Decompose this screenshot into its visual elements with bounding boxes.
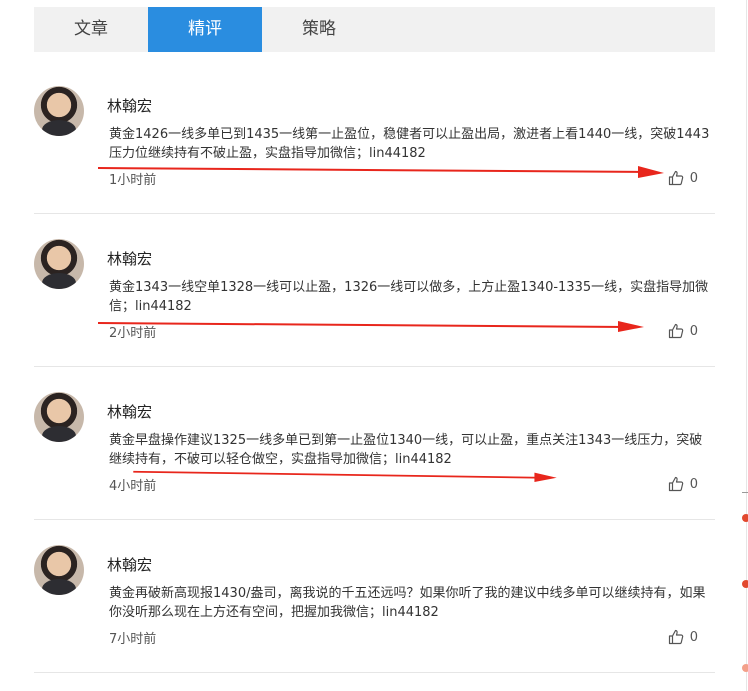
post-content: 黄金1343一线空单1328一线可以止盈，1326一线可以做多，上方止盈1340… bbox=[109, 280, 709, 314]
post-item: 林翰宏 黄金早盘操作建议1325一线多单已到第一止盈位1340一线，可以止盈，重… bbox=[34, 366, 715, 520]
avatar-shirt bbox=[42, 120, 76, 136]
post-item: 林翰宏 黄金再破新高现报1430/盎司，离我说的千五还远吗？如果你听了我的建议中… bbox=[34, 519, 715, 673]
avatar[interactable] bbox=[34, 545, 84, 595]
like-count: 0 bbox=[689, 629, 698, 645]
thumbs-up-icon bbox=[668, 629, 683, 645]
avatar-shirt bbox=[42, 273, 76, 289]
author-name[interactable]: 林翰宏 bbox=[107, 95, 152, 116]
annotation-arrow bbox=[133, 470, 557, 482]
annotation-arrow bbox=[98, 321, 644, 332]
bullet-dot bbox=[742, 514, 748, 522]
annotation-arrow bbox=[98, 166, 664, 178]
like-count: 0 bbox=[689, 170, 698, 186]
post-content: 黄金再破新高现报1430/盎司，离我说的千五还远吗？如果你听了我的建议中线多单可… bbox=[109, 586, 706, 620]
avatar[interactable] bbox=[34, 392, 84, 442]
post-content: 黄金早盘操作建议1325一线多单已到第一止盈位1340一线，可以止盈，重点关注1… bbox=[109, 433, 703, 467]
like-button[interactable]: 0 bbox=[668, 323, 698, 339]
thumbs-up-icon bbox=[668, 323, 683, 339]
list-dash bbox=[742, 492, 748, 493]
author-name[interactable]: 林翰宏 bbox=[107, 248, 152, 269]
tab-reviews[interactable]: 精评 bbox=[148, 7, 262, 52]
tab-articles[interactable]: 文章 bbox=[34, 7, 148, 52]
like-button[interactable]: 0 bbox=[668, 170, 698, 186]
tab-bar: 文章 精评 策略 bbox=[34, 7, 715, 52]
like-count: 0 bbox=[689, 323, 698, 339]
post-item: 林翰宏 黄金1426一线多单已到1435一线第一止盈位，稳健者可以止盈出局，激进… bbox=[34, 60, 715, 214]
post-time: 7小时前 bbox=[109, 632, 157, 647]
like-count: 0 bbox=[689, 476, 698, 492]
avatar-shirt bbox=[42, 579, 76, 595]
tab-strategies[interactable]: 策略 bbox=[262, 7, 376, 52]
like-button[interactable]: 0 bbox=[668, 629, 698, 645]
thumbs-up-icon bbox=[668, 476, 683, 492]
author-name[interactable]: 林翰宏 bbox=[107, 554, 152, 575]
avatar-shirt bbox=[42, 426, 76, 442]
bullet-dot bbox=[742, 580, 748, 588]
post-item: 林翰宏 黄金1343一线空单1328一线可以止盈，1326一线可以做多，上方止盈… bbox=[34, 213, 715, 367]
like-button[interactable]: 0 bbox=[668, 476, 698, 492]
thumbs-up-icon bbox=[668, 170, 683, 186]
avatar[interactable] bbox=[34, 239, 84, 289]
author-name[interactable]: 林翰宏 bbox=[107, 401, 152, 422]
avatar[interactable] bbox=[34, 86, 84, 136]
post-content: 黄金1426一线多单已到1435一线第一止盈位，稳健者可以止盈出局，激进者上看1… bbox=[109, 127, 710, 161]
bullet-dot bbox=[742, 664, 748, 672]
